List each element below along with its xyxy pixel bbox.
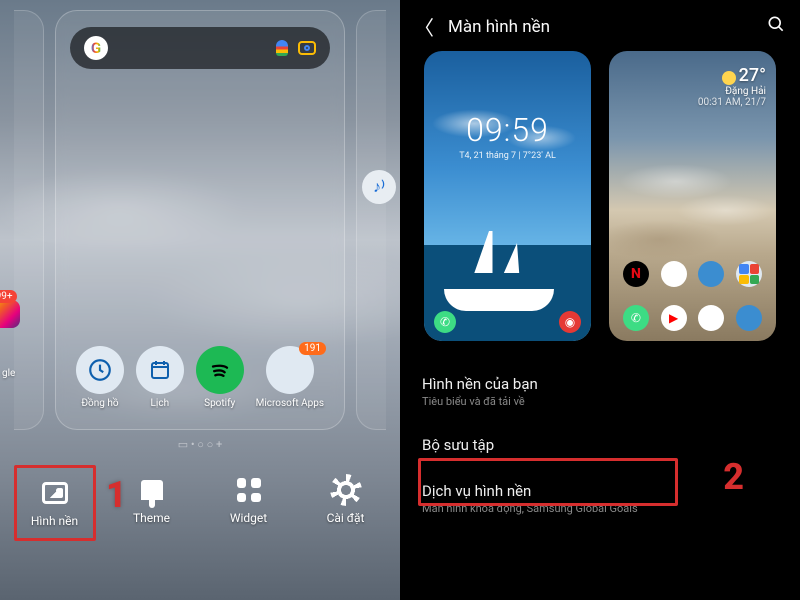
calendar-icon <box>136 346 184 394</box>
sun-icon <box>722 71 736 85</box>
weather-updated: 00:31 AM, 21/7 <box>698 97 766 108</box>
app-label: Spotify <box>204 398 235 409</box>
prev-page-sliver[interactable] <box>14 10 44 430</box>
theme-icon <box>141 480 163 500</box>
page-dots-text: ▭ • ○ ○ + <box>178 438 223 451</box>
phone-icon: ✆ <box>623 305 649 331</box>
chrome-icon <box>698 305 724 331</box>
weather-widget: 27° Đặng Hải 00:31 AM, 21/7 <box>698 65 766 108</box>
option-subtitle: Tiêu biểu và đã tải về <box>422 395 778 408</box>
edit-mode-tabs: Hình nền Theme Widget Cài đặt <box>0 457 400 565</box>
home-screen-preview[interactable]: 27° Đặng Hải 00:31 AM, 21/7 N ✆ ▶ <box>609 51 776 341</box>
option-title: Hình nền của bạn <box>422 375 778 393</box>
google-lens-icon[interactable] <box>298 41 316 55</box>
weather-city: Đặng Hải <box>698 86 766 97</box>
tab-wallpaper[interactable]: Hình nền <box>14 465 96 541</box>
page-indicator: ▭ • ○ ○ + <box>0 438 400 451</box>
wallpaper-options-list: Hình nền của bạn Tiêu biểu và đã tải về … <box>400 355 800 535</box>
camera-shortcut-icon: ◉ <box>559 311 581 333</box>
weather-temp: 27° <box>739 65 766 86</box>
back-icon[interactable]: 〈 <box>414 12 434 41</box>
app-row: Đồng hồ Lịch Spotify 191 Microsoft Apps <box>70 346 330 419</box>
app-icon <box>698 261 724 287</box>
tab-label: Widget <box>230 511 267 525</box>
search-icon[interactable] <box>766 14 786 39</box>
tab-label: Cài đặt <box>327 511 365 525</box>
app-label: Đồng hồ <box>81 398 118 409</box>
mic-icon[interactable] <box>276 40 288 56</box>
tab-label: Hình nền <box>31 514 78 528</box>
notification-badge: 191 <box>299 342 326 355</box>
wallpaper-settings-panel: 〈 Màn hình nền 09:59 T4, 21 tháng 7 | 7°… <box>400 0 800 600</box>
step-number-1: 1 <box>106 474 127 516</box>
notification-badge: 999+ <box>0 290 17 303</box>
wallpaper-previews: 09:59 T4, 21 tháng 7 | 7°23' AL ✆ ◉ 27° … <box>400 51 800 355</box>
app-clock[interactable]: Đồng hồ <box>76 346 124 409</box>
tab-widget[interactable]: Widget <box>208 465 290 541</box>
widget-icon <box>237 478 261 502</box>
option-your-wallpapers[interactable]: Hình nền của bạn Tiêu biểu và đã tải về <box>400 361 800 422</box>
next-page-sliver[interactable] <box>356 10 386 430</box>
home-page-preview[interactable]: G Đồng hồ Lịch Spotify <box>55 10 345 430</box>
home-dock: ✆ ▶ <box>609 305 776 331</box>
clock-icon <box>76 346 124 394</box>
option-title: Bộ sưu tập <box>422 436 778 454</box>
highlight-step-2 <box>418 458 678 506</box>
wallpaper-icon <box>42 482 68 504</box>
home-row-1: N <box>609 261 776 287</box>
google-folder-icon <box>736 261 762 287</box>
page-title: Màn hình nền <box>448 17 752 37</box>
tab-label: Theme <box>133 511 170 525</box>
lock-date-text: T4, 21 tháng 7 | 7°23' AL <box>424 151 591 161</box>
app-label: Microsoft Apps <box>256 398 324 409</box>
tab-settings[interactable]: Cài đặt <box>305 465 387 541</box>
app-label: Lịch <box>151 398 170 409</box>
spotify-icon <box>196 346 244 394</box>
partial-app-left: 999+ <box>0 300 20 328</box>
phone-shortcut-icon: ✆ <box>434 311 456 333</box>
app-microsoft-folder[interactable]: 191 Microsoft Apps <box>256 346 324 409</box>
instagram-icon <box>0 300 20 328</box>
google-g-icon: G <box>84 36 108 60</box>
lock-screen-preview[interactable]: 09:59 T4, 21 tháng 7 | 7°23' AL ✆ ◉ <box>424 51 591 341</box>
messages-icon <box>736 305 762 331</box>
step-number-2: 2 <box>723 456 744 498</box>
gear-icon <box>333 477 359 503</box>
netflix-icon: N <box>623 261 649 287</box>
lock-time-text: 09:59 <box>424 111 591 149</box>
app-icon <box>661 261 687 287</box>
youtube-icon: ▶ <box>661 305 687 331</box>
app-calendar[interactable]: Lịch <box>136 346 184 409</box>
home-edit-panel: ♪⁾ 999+ gle G Đồng hồ Lịch <box>0 0 400 600</box>
google-search-bar[interactable]: G <box>70 27 330 69</box>
sailboat-decor <box>424 221 591 341</box>
music-bubble-icon[interactable]: ♪⁾ <box>362 170 396 204</box>
app-spotify[interactable]: Spotify <box>196 346 244 409</box>
lock-clock: 09:59 T4, 21 tháng 7 | 7°23' AL <box>424 111 591 161</box>
settings-header: 〈 Màn hình nền <box>400 0 800 51</box>
partial-app-label: gle <box>2 368 15 379</box>
